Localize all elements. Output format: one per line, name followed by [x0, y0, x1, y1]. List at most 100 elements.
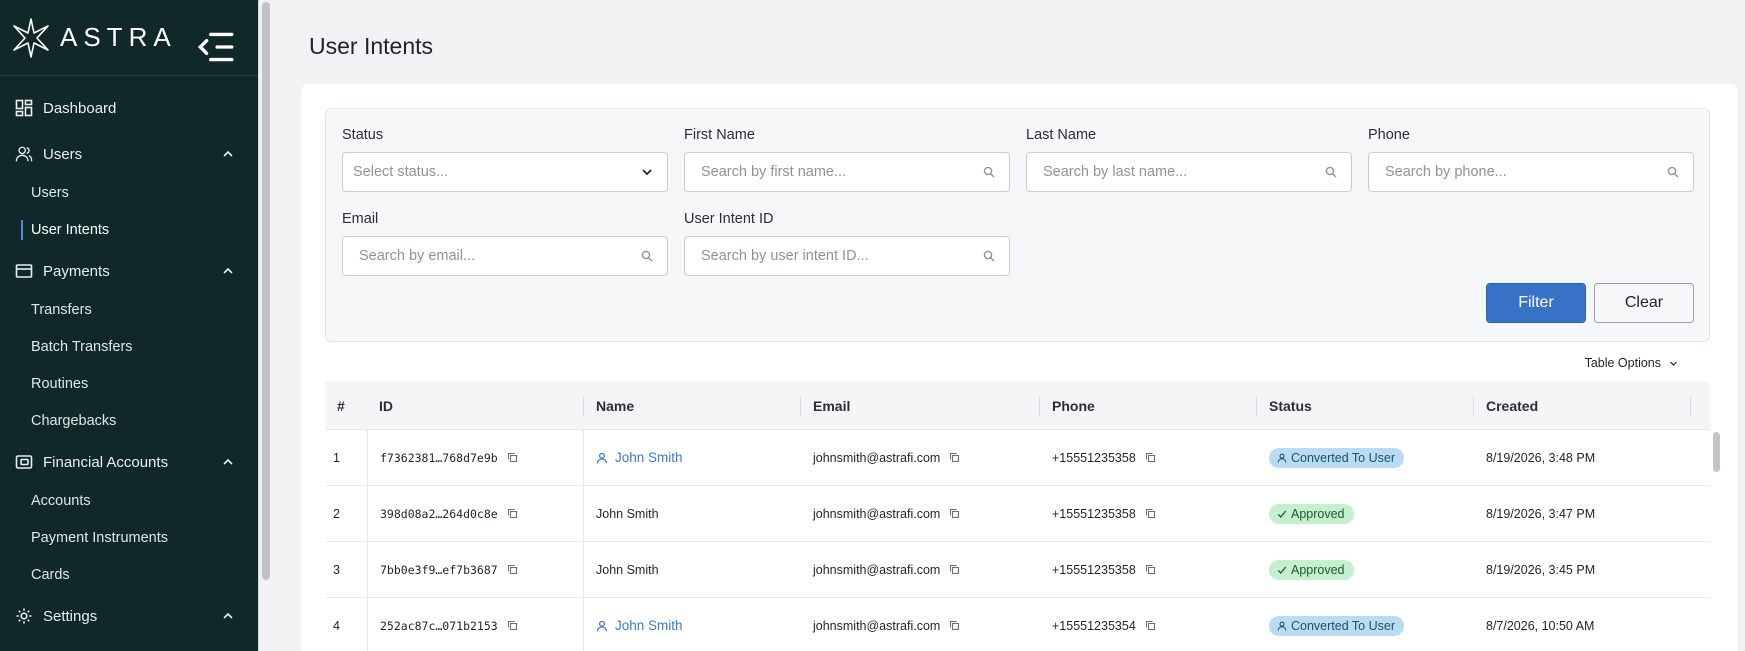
email-value: johnsmith@astrafi.com — [813, 450, 941, 465]
column-header-created[interactable]: Created — [1474, 382, 1691, 430]
copy-icon[interactable] — [949, 508, 960, 519]
column-header-status[interactable]: Status — [1257, 382, 1474, 430]
sidebar-scrollbar[interactable] — [258, 0, 272, 651]
sidebar-group-users[interactable]: Users — [0, 134, 258, 174]
copy-icon[interactable] — [949, 452, 960, 463]
table-options-button[interactable]: Table Options — [1585, 356, 1678, 370]
email-cell: johnsmith@astrafi.com — [801, 430, 1040, 486]
search-icon — [983, 166, 995, 178]
first-name-input[interactable]: Search by first name... — [684, 152, 1010, 192]
name-value: John Smith — [596, 562, 659, 577]
email-label: Email — [342, 211, 379, 227]
sidebar-item-label: Payments — [43, 262, 110, 280]
sidebar-item-users[interactable]: Users — [0, 174, 258, 211]
sidebar-item-payment-instruments[interactable]: Payment Instruments — [0, 519, 258, 556]
astra-star-logo-icon — [13, 17, 49, 58]
sidebar-item-transfers[interactable]: Transfers — [0, 291, 258, 328]
status-cell: Approved — [1257, 542, 1474, 598]
copy-icon[interactable] — [1145, 564, 1156, 575]
sidebar-item-cards[interactable]: Cards — [0, 556, 258, 593]
table-row[interactable]: 1 f7362381…768d7e9b John Smith johnsmith… — [325, 429, 1710, 486]
copy-icon[interactable] — [507, 452, 518, 463]
email-input[interactable]: Search by email... — [342, 236, 668, 276]
status-badge: Approved — [1269, 503, 1354, 524]
copy-icon[interactable] — [507, 564, 518, 575]
sidebar-scrollbar-thumb[interactable] — [262, 2, 270, 580]
sidebar-group-settings[interactable]: Settings — [0, 596, 258, 636]
user-link[interactable]: John Smith — [596, 618, 683, 633]
last-name-filter: Last Name Search by last name... — [1026, 127, 1352, 192]
status-cell: Converted To User — [1257, 598, 1474, 651]
last-name-input[interactable]: Search by last name... — [1026, 152, 1352, 192]
copy-icon[interactable] — [1145, 508, 1156, 519]
status-label: Status — [342, 127, 384, 143]
sidebar-item-batch-transfers[interactable]: Batch Transfers — [0, 328, 258, 365]
column-header-email[interactable]: Email — [801, 382, 1040, 430]
sidebar-group-financial-accounts[interactable]: Financial Accounts — [0, 442, 258, 482]
name-value: John Smith — [596, 506, 659, 521]
sidebar-item-chargebacks[interactable]: Chargebacks — [0, 402, 258, 439]
phone-label: Phone — [1368, 127, 1410, 143]
copy-icon[interactable] — [1145, 620, 1156, 631]
status-cell: Converted To User — [1257, 430, 1474, 486]
page-title: User Intents — [309, 33, 433, 59]
user-intent-id-input[interactable]: Search by user intent ID... — [684, 236, 1010, 276]
id-value: f7362381…768d7e9b — [380, 450, 498, 465]
email-value: johnsmith@astrafi.com — [813, 506, 941, 521]
phone-input[interactable]: Search by phone... — [1368, 152, 1694, 192]
chevron-down-icon — [1670, 361, 1677, 366]
id-cell: 7bb0e3f9…ef7b3687 — [367, 541, 584, 598]
phone-cell: +15551235358 — [1040, 486, 1257, 542]
row-number: 2 — [333, 506, 340, 521]
phone-cell: +15551235354 — [1040, 598, 1257, 651]
filter-button[interactable]: Filter — [1486, 283, 1586, 323]
column-header-name[interactable]: Name — [584, 382, 801, 430]
last-name-placeholder: Search by last name... — [1043, 164, 1188, 180]
copy-icon[interactable] — [507, 620, 518, 631]
status-select[interactable]: Select status... — [342, 152, 668, 192]
sidebar-item-label: Users — [43, 145, 83, 163]
sidebar-item-label: Financial Accounts — [43, 453, 169, 471]
sidebar-item-user-intents[interactable]: User Intents — [0, 211, 258, 248]
gear-icon — [15, 607, 33, 625]
user-link[interactable]: John Smith — [596, 450, 683, 465]
email-value: johnsmith@astrafi.com — [813, 562, 941, 577]
search-icon — [1325, 166, 1337, 178]
id-cell: f7362381…768d7e9b — [367, 429, 584, 486]
collapse-sidebar-icon[interactable] — [194, 26, 236, 68]
row-number: 3 — [333, 562, 340, 577]
sidebar-item-dashboard[interactable]: Dashboard — [0, 88, 258, 128]
users-icon — [15, 145, 33, 163]
name-value: John Smith — [615, 450, 683, 465]
table-row[interactable]: 4 252ac87c…071b2153 John Smith johnsmith… — [325, 597, 1710, 651]
filter-panel: Status Select status... First Name Searc… — [325, 108, 1710, 342]
first-name-filter: First Name Search by first name... — [684, 127, 1010, 192]
sidebar-item-accounts[interactable]: Accounts — [0, 482, 258, 519]
created-cell: 8/19/2026, 3:45 PM — [1486, 562, 1596, 577]
table-scrollbar[interactable] — [1710, 430, 1722, 651]
status-placeholder: Select status... — [353, 164, 449, 180]
copy-icon[interactable] — [507, 508, 518, 519]
sidebar-nav: Dashboard Users Users User Intents Payme… — [0, 76, 258, 636]
table-scrollbar-thumb[interactable] — [1713, 432, 1720, 472]
row-number: 1 — [333, 450, 340, 465]
clear-button[interactable]: Clear — [1594, 283, 1694, 323]
name-cell: John Smith — [584, 430, 801, 486]
table-row[interactable]: 2 398d08a2…264d0c8e John Smith johnsmith… — [325, 485, 1710, 542]
sidebar-item-routines[interactable]: Routines — [0, 365, 258, 402]
payments-icon — [15, 262, 33, 280]
copy-icon[interactable] — [1145, 452, 1156, 463]
user-intent-id-filter: User Intent ID Search by user intent ID.… — [684, 211, 1010, 276]
user-intent-id-label: User Intent ID — [684, 211, 774, 227]
id-cell: 398d08a2…264d0c8e — [367, 485, 584, 542]
chevron-up-icon — [223, 612, 233, 619]
sidebar-item-label: Dashboard — [43, 99, 117, 117]
sidebar-group-payments[interactable]: Payments — [0, 251, 258, 291]
column-header-phone[interactable]: Phone — [1040, 382, 1257, 430]
name-cell: John Smith — [584, 598, 801, 651]
chevron-down-icon — [642, 169, 652, 176]
table-row[interactable]: 3 7bb0e3f9…ef7b3687 John Smith johnsmith… — [325, 541, 1710, 598]
copy-icon[interactable] — [949, 564, 960, 575]
copy-icon[interactable] — [949, 620, 960, 631]
column-header-id[interactable]: ID — [367, 382, 584, 430]
